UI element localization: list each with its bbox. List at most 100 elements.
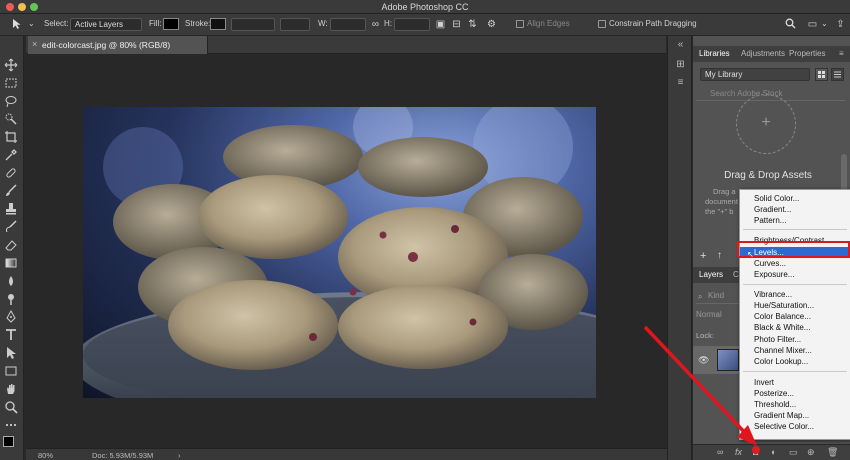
constrain-path-checkbox[interactable]	[598, 20, 606, 28]
menu-item-solid-color[interactable]: Solid Color...	[740, 193, 850, 204]
asset-dropzone[interactable]: +	[736, 94, 796, 154]
gradient-tool-icon[interactable]	[4, 256, 20, 270]
library-select[interactable]: My Library	[700, 68, 810, 81]
select-dropdown[interactable]: Active Layers	[70, 18, 142, 31]
eyedropper-tool-icon[interactable]	[4, 148, 20, 162]
menu-item-exposure[interactable]: Exposure...	[740, 269, 850, 280]
type-tool-icon[interactable]	[4, 328, 20, 342]
stroke-type-dropdown[interactable]	[280, 18, 310, 31]
zoom-level[interactable]: 80%	[38, 451, 53, 460]
history-brush-tool-icon[interactable]	[4, 220, 20, 234]
zoom-tool-icon[interactable]	[4, 400, 20, 414]
title-bar: Adobe Photoshop CC	[0, 0, 850, 14]
group-icon[interactable]: ▭	[789, 447, 798, 458]
menu-item-gradient[interactable]: Gradient...	[740, 204, 850, 215]
menu-item-photo-filter[interactable]: Photo Filter...	[740, 334, 850, 345]
blur-tool-icon[interactable]	[4, 274, 20, 288]
tab-libraries[interactable]: Libraries	[699, 49, 730, 58]
blend-mode-select[interactable]: Normal	[696, 310, 741, 323]
history-icon[interactable]: ⊞	[674, 58, 687, 71]
stroke-width-field[interactable]	[231, 18, 275, 31]
eraser-tool-icon[interactable]	[4, 238, 20, 252]
chevron-down-icon[interactable]: ⌄	[28, 19, 35, 28]
tab-channels[interactable]: C	[733, 270, 739, 279]
rectangle-tool-icon[interactable]	[4, 364, 20, 378]
collapse-arrows-icon[interactable]: «	[674, 38, 687, 51]
collapsed-panel-dock: « ⊞ ≡	[667, 36, 692, 460]
trash-icon[interactable]: 🗑	[827, 447, 838, 458]
document-tab-bar: × edit-colorcast.jpg @ 80% (RGB/8)	[26, 36, 666, 54]
list-view-icon[interactable]	[831, 68, 844, 81]
add-content-icon[interactable]: +	[700, 250, 706, 262]
layer-thumbnail	[717, 349, 739, 371]
properties-icon[interactable]: ≡	[674, 76, 687, 89]
workspace-icon[interactable]: ▭	[806, 18, 819, 31]
upload-icon[interactable]: ↑	[717, 250, 722, 261]
link-layers-icon[interactable]: ∞	[717, 447, 723, 457]
height-field[interactable]	[394, 18, 430, 31]
move-tool-icon[interactable]	[10, 18, 23, 31]
foreground-color-swatch[interactable]	[3, 436, 14, 447]
dodge-tool-icon[interactable]	[4, 292, 20, 306]
tab-adjustments[interactable]: Adjustments	[741, 49, 785, 58]
clone-stamp-tool-icon[interactable]	[4, 202, 20, 216]
menu-item-pattern[interactable]: Pattern...	[740, 215, 850, 226]
layer-filter-kind[interactable]: Kind	[696, 291, 741, 304]
pen-tool-icon[interactable]	[4, 309, 20, 324]
menu-item-color-lookup[interactable]: Color Lookup...	[740, 356, 850, 367]
menu-item-vibrance[interactable]: Vibrance...	[740, 289, 850, 300]
lock-label: Lock:	[696, 331, 714, 340]
w-label: W:	[318, 19, 328, 28]
close-tab-icon[interactable]: ×	[32, 39, 37, 49]
menu-item-invert[interactable]: Invert	[740, 377, 850, 388]
crop-tool-icon[interactable]	[4, 130, 20, 144]
menu-item-curves[interactable]: Curves...	[740, 258, 850, 269]
menu-separator	[743, 229, 847, 230]
menu-item-selective-color[interactable]: Selective Color...	[740, 421, 850, 432]
menu-item-color-balance[interactable]: Color Balance...	[740, 311, 850, 322]
gear-icon[interactable]: ⚙	[485, 18, 498, 31]
libraries-panel-tabs: Libraries Adjustments Properties ≡	[693, 46, 850, 62]
move-tool-icon[interactable]	[4, 58, 20, 72]
more-tools-icon[interactable]	[4, 418, 20, 432]
grid-view-icon[interactable]	[815, 68, 828, 81]
lasso-tool-icon[interactable]	[4, 94, 20, 108]
new-layer-icon[interactable]: ⊕	[807, 447, 815, 458]
stroke-swatch[interactable]	[210, 18, 226, 30]
marquee-tool-icon[interactable]	[4, 76, 20, 90]
eye-icon[interactable]: 👁	[698, 355, 709, 366]
annotation-highlight-box	[737, 241, 850, 258]
menu-item-posterize[interactable]: Posterize...	[740, 388, 850, 399]
width-field[interactable]	[330, 18, 366, 31]
document-tab[interactable]: × edit-colorcast.jpg @ 80% (RGB/8)	[28, 36, 208, 54]
tab-layers[interactable]: Layers	[699, 270, 723, 279]
quick-selection-tool-icon[interactable]	[4, 112, 20, 126]
search-icon[interactable]	[784, 18, 797, 31]
path-operations-icon[interactable]: ▣	[434, 18, 447, 31]
fx-icon[interactable]: fx	[735, 447, 742, 457]
menu-item-black-white[interactable]: Black & White...	[740, 322, 850, 333]
path-selection-tool-icon[interactable]	[4, 346, 20, 360]
fill-swatch[interactable]	[163, 18, 179, 30]
path-arrangement-icon[interactable]: ⇅	[466, 18, 479, 31]
align-edges-checkbox[interactable]	[516, 20, 524, 28]
menu-item-hue-saturation[interactable]: Hue/Saturation...	[740, 300, 850, 311]
status-menu-arrow-icon[interactable]: ›	[178, 451, 181, 460]
tab-properties[interactable]: Properties	[789, 49, 825, 58]
brush-tool-icon[interactable]	[4, 184, 20, 198]
menu-item-channel-mixer[interactable]: Channel Mixer...	[740, 345, 850, 356]
path-alignment-icon[interactable]: ⊟	[450, 18, 463, 31]
canvas-image[interactable]	[83, 107, 596, 398]
stroke-label: Stroke:	[185, 19, 211, 28]
menu-item-gradient-map[interactable]: Gradient Map...	[740, 410, 850, 421]
menu-item-threshold[interactable]: Threshold...	[740, 399, 850, 410]
adjustment-layer-icon[interactable]: ◐	[771, 447, 776, 457]
workspace-chevron-icon[interactable]: ⌄	[821, 19, 828, 28]
share-icon[interactable]: ⇪	[834, 18, 847, 31]
constrain-path-label: Constrain Path Dragging	[609, 19, 697, 28]
panel-menu-icon[interactable]: ≡	[839, 49, 844, 58]
healing-brush-tool-icon[interactable]	[4, 166, 20, 180]
link-icon[interactable]: ∞	[369, 18, 382, 31]
hand-tool-icon[interactable]	[4, 382, 20, 396]
options-bar: ⌄ Select: Active Layers Fill: Stroke: W:…	[0, 14, 850, 36]
